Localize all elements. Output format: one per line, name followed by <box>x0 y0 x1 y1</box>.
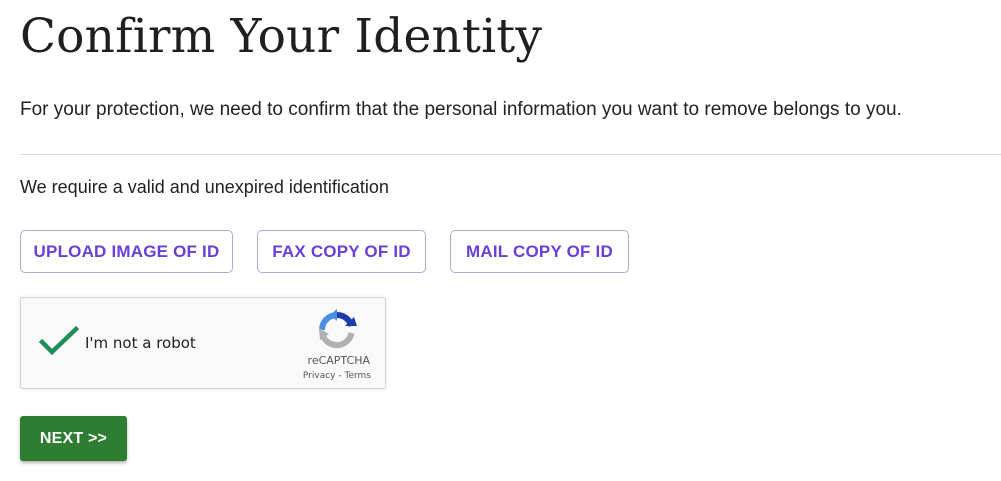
checkmark-icon <box>38 325 80 356</box>
recaptcha-links: Privacy - Terms <box>303 370 371 382</box>
recaptcha-widget: I'm not a robot reCAPTCHA Privacy - Term… <box>20 297 386 389</box>
fax-id-button[interactable]: FAX COPY OF ID <box>257 230 426 273</box>
intro-text: For your protection, we need to confirm … <box>20 99 902 120</box>
section-divider <box>20 154 1001 155</box>
next-button[interactable]: NEXT >> <box>20 416 127 461</box>
recaptcha-privacy-link[interactable]: Privacy <box>303 371 336 381</box>
recaptcha-logo-icon <box>319 309 357 349</box>
recaptcha-label: I'm not a robot <box>85 334 196 352</box>
page-title: Confirm Your Identity <box>20 9 543 64</box>
id-requirement-text: We require a valid and unexpired identif… <box>20 177 389 197</box>
recaptcha-brand-text: reCAPTCHA <box>307 354 370 367</box>
mail-id-button[interactable]: MAIL COPY OF ID <box>450 230 629 273</box>
recaptcha-checkbox[interactable] <box>38 325 80 356</box>
recaptcha-terms-link[interactable]: Terms <box>344 371 371 381</box>
upload-id-button[interactable]: UPLOAD IMAGE OF ID <box>20 230 233 273</box>
